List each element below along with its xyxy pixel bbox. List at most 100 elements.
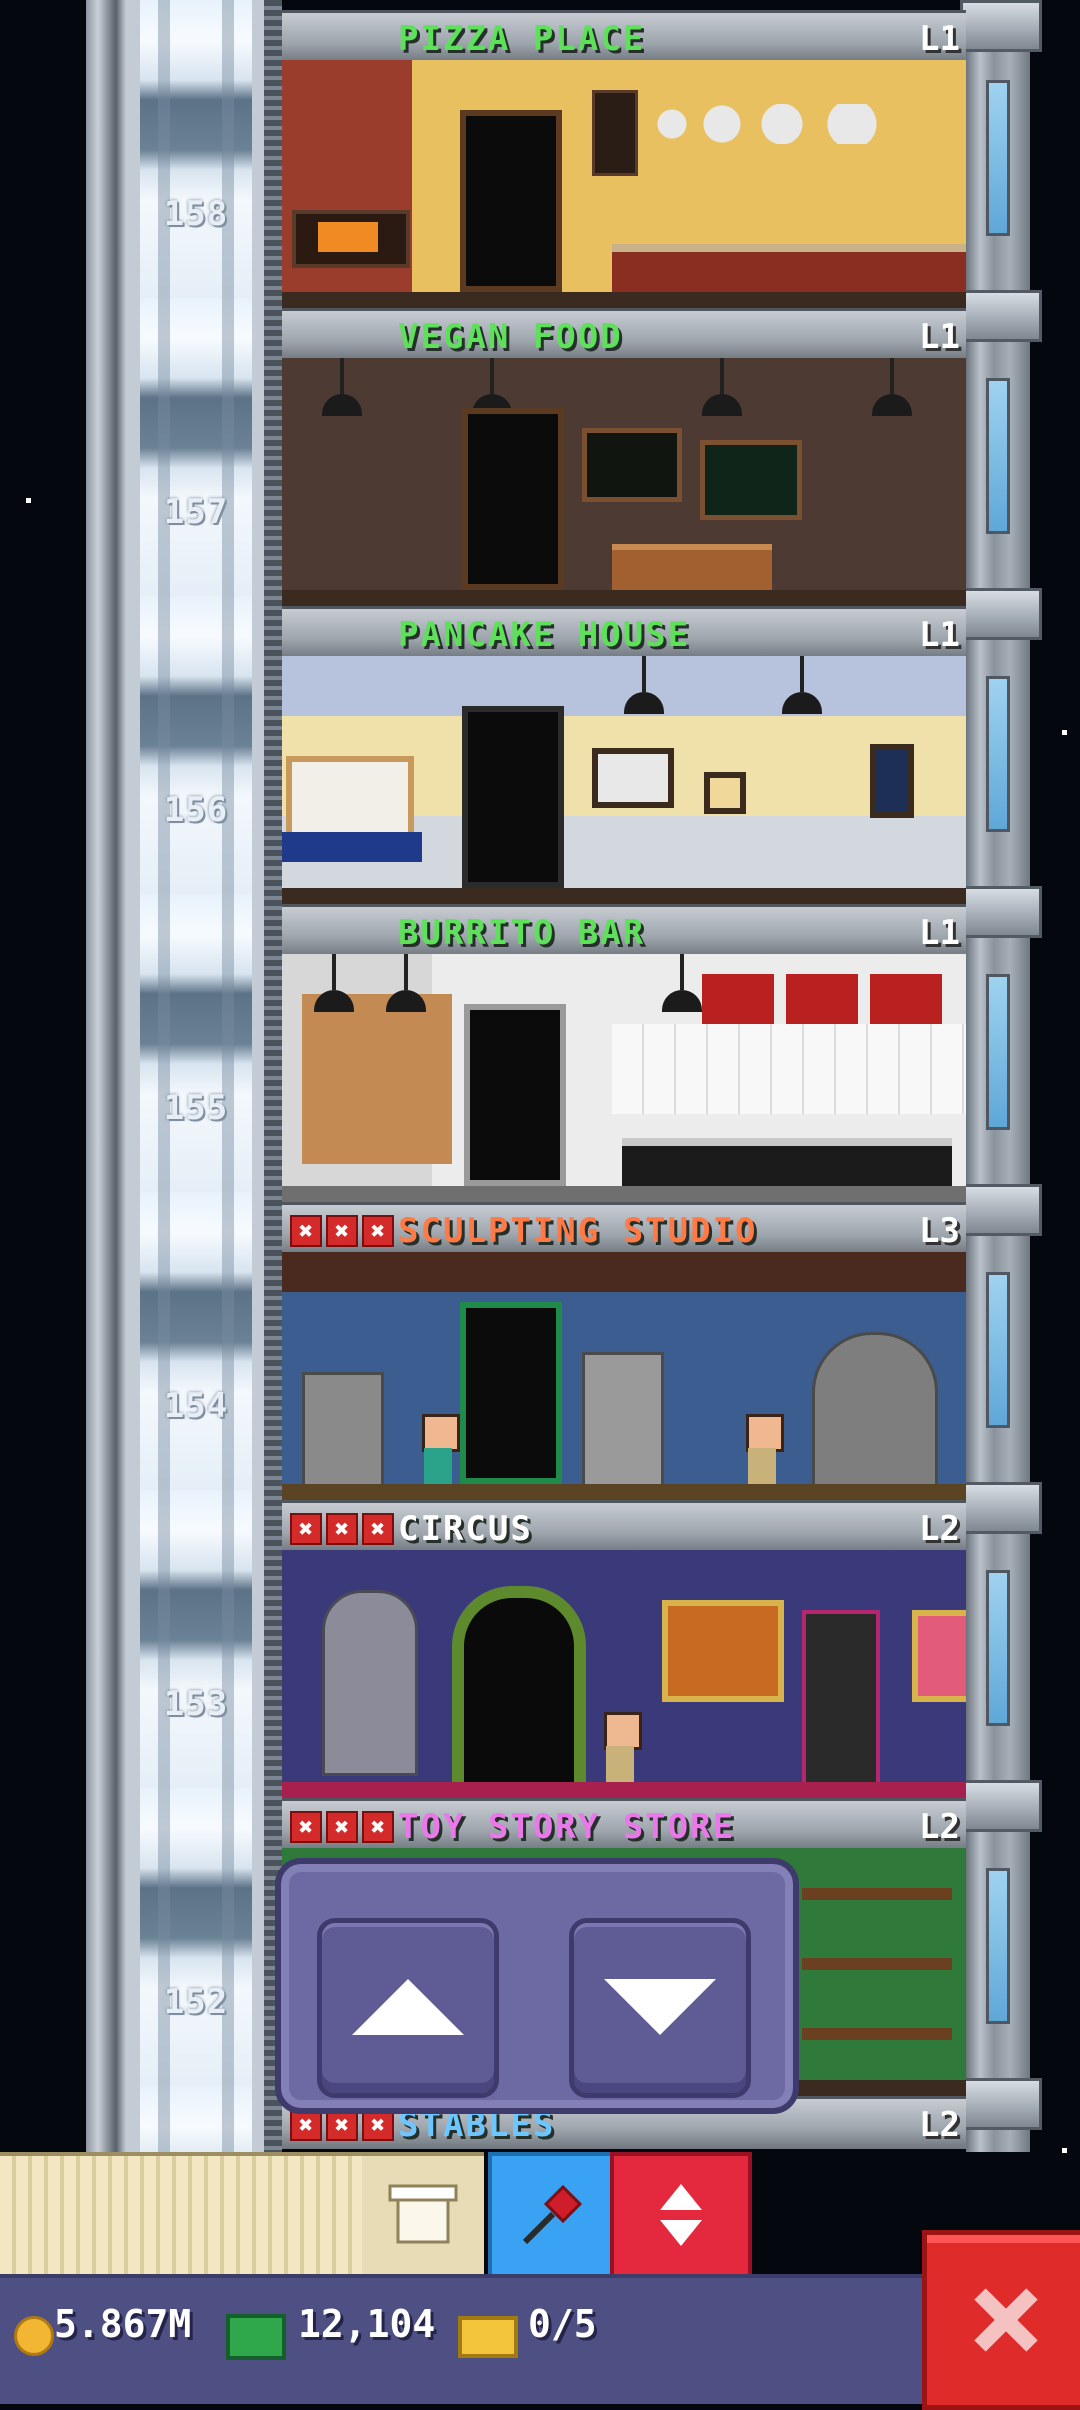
arcade-machine xyxy=(802,1610,880,1788)
hanging-lamp xyxy=(782,656,822,716)
wall-ledge xyxy=(960,1184,1042,1236)
floor-sculpting-studio[interactable]: ✖ ✖ ✖ SCULPTING STUDIO L3 xyxy=(282,1202,966,1500)
visitor-person[interactable] xyxy=(418,1414,460,1484)
x-mark-icon: ✖ xyxy=(362,1215,394,1247)
floor-name: CIRCUS xyxy=(398,1509,533,1549)
arrow-up-icon xyxy=(352,1979,464,2035)
arrow-down-icon xyxy=(604,1979,716,2035)
pegboard xyxy=(302,994,452,1164)
x-mark-icon: ✖ xyxy=(290,1513,322,1545)
shaft-rail xyxy=(264,0,282,2152)
floor-strip xyxy=(282,1186,966,1202)
elevator-control-panel xyxy=(275,1858,799,2114)
floor-name: BURRITO BAR xyxy=(398,913,646,953)
wall-ledge xyxy=(960,290,1042,342)
floor-banner: ✖ ✖ ✖ TOY STORY STORE L2 xyxy=(282,1798,966,1851)
floor-level: L3 xyxy=(919,1211,960,1251)
wall-ledge xyxy=(960,588,1042,640)
coins-value: 5.867M xyxy=(54,2302,192,2346)
room-interior xyxy=(282,60,966,308)
ceiling-strip xyxy=(282,1252,966,1292)
wall-ledge xyxy=(960,1780,1042,1832)
floor-level: L2 xyxy=(919,2105,960,2145)
tile-wall xyxy=(612,1024,966,1114)
room-interior xyxy=(282,1252,966,1500)
floor-number-label: 156 xyxy=(163,790,229,830)
room-door xyxy=(464,1004,566,1186)
box-button[interactable] xyxy=(362,2152,484,2278)
x-mark-icon: ✖ xyxy=(290,1215,322,1247)
floor-level: L1 xyxy=(919,913,960,953)
floor-level: L1 xyxy=(919,19,960,59)
close-icon xyxy=(974,2288,1038,2352)
elevator-shaft: 158 157 156 155 154 153 152 xyxy=(86,0,282,2152)
toy-shelf xyxy=(802,2028,952,2040)
star xyxy=(26,498,31,503)
floor-strip xyxy=(282,1782,966,1798)
floor-level: L2 xyxy=(919,1807,960,1847)
statue-large xyxy=(812,1332,938,1488)
pin-button[interactable] xyxy=(488,2152,616,2278)
person-body xyxy=(748,1448,776,1484)
wall-window xyxy=(986,1272,1010,1428)
floor-strip xyxy=(282,1484,966,1500)
clown-poster xyxy=(912,1610,966,1702)
toolbar-strip xyxy=(0,2152,362,2278)
wall-ledge xyxy=(960,2078,1042,2130)
floor-burrito-bar[interactable]: BURRITO BAR L1 xyxy=(282,904,966,1202)
room-interior xyxy=(282,1550,966,1798)
arch-door xyxy=(452,1586,586,1798)
hanging-lamp xyxy=(872,358,912,418)
wall-ledge xyxy=(960,1482,1042,1534)
up-down-icon xyxy=(660,2184,702,2246)
floor-level: L1 xyxy=(919,615,960,655)
wall-window xyxy=(986,974,1010,1130)
wall-window-art xyxy=(870,744,914,818)
floor-name: SCULPTING STUDIO xyxy=(398,1211,758,1251)
x-mark-icon: ✖ xyxy=(326,1513,358,1545)
hanging-lamp xyxy=(662,954,702,1014)
elevator-lane[interactable] xyxy=(140,0,252,2152)
floor-banner: PANCAKE HOUSE L1 xyxy=(282,606,966,659)
missing-stars: ✖ ✖ ✖ xyxy=(290,1215,394,1247)
floor-banner: ✖ ✖ ✖ SCULPTING STUDIO L3 xyxy=(282,1202,966,1255)
x-mark-icon: ✖ xyxy=(326,1811,358,1843)
bux-icon xyxy=(226,2314,286,2360)
person-head xyxy=(746,1414,784,1452)
wall-window xyxy=(986,80,1010,236)
wall-plates xyxy=(652,104,882,144)
floor-pizza-place[interactable]: PIZZA PLACE L1 xyxy=(282,10,966,308)
floor-strip xyxy=(282,292,966,308)
floor-number-label: 158 xyxy=(163,194,229,234)
wall-ledge xyxy=(960,0,1042,52)
chalk-board xyxy=(700,440,802,520)
counter xyxy=(612,244,966,292)
box-icon xyxy=(388,2184,458,2244)
floor-strip xyxy=(282,590,966,606)
floor-vegan-food[interactable]: VEGAN FOOD L1 xyxy=(282,308,966,606)
toy-shelf xyxy=(802,1958,952,1970)
floor-name: TOY STORY STORE xyxy=(398,1807,736,1847)
wall-picture xyxy=(592,748,674,808)
menu-board xyxy=(592,90,638,176)
elevator-up-button[interactable] xyxy=(317,1918,499,2098)
statue xyxy=(582,1352,664,1488)
visitor-person[interactable] xyxy=(600,1712,642,1782)
floor-level: L2 xyxy=(919,1509,960,1549)
floor-circus[interactable]: ✖ ✖ ✖ CIRCUS L2 xyxy=(282,1500,966,1798)
elevator-toggle-button[interactable] xyxy=(610,2152,752,2278)
star xyxy=(1062,730,1067,735)
close-button[interactable] xyxy=(922,2230,1080,2410)
floor-banner: PIZZA PLACE L1 xyxy=(282,10,966,63)
visitor-person[interactable] xyxy=(742,1414,784,1484)
coin-icon xyxy=(14,2316,54,2356)
person-head xyxy=(422,1414,460,1452)
floor-pancake-house[interactable]: PANCAKE HOUSE L1 xyxy=(282,606,966,904)
floor-banner: VEGAN FOOD L1 xyxy=(282,308,966,361)
wall-window xyxy=(986,378,1010,534)
person-body xyxy=(424,1448,452,1484)
hanging-lamp xyxy=(702,358,742,418)
elevator-down-button[interactable] xyxy=(569,1918,751,2098)
hanging-lamp xyxy=(314,954,354,1014)
building-right-wall xyxy=(960,0,1042,2152)
